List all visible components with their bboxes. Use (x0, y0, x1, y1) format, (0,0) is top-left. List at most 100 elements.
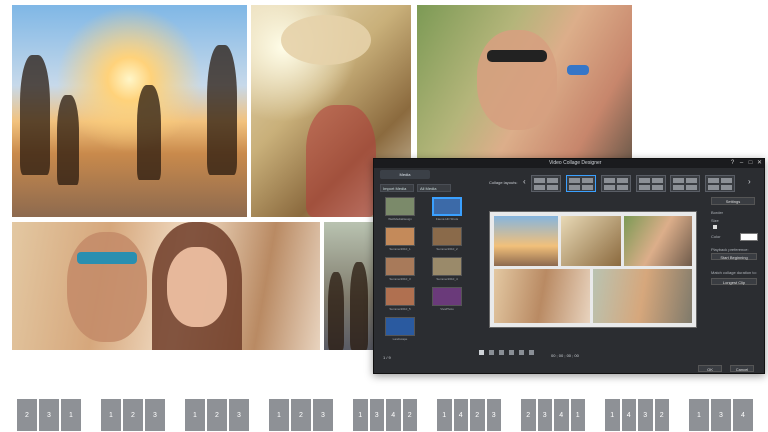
media-thumbnail-label: Summer2010_4 (436, 277, 458, 281)
match-duration-dropdown[interactable]: Longest Clip (711, 278, 757, 285)
media-thumbnail-label: VivaPhoto (440, 307, 454, 311)
template-block: 3 (368, 398, 385, 432)
template-block: 2 (16, 398, 38, 432)
close-icon[interactable]: ✕ (756, 160, 763, 167)
template-block: 2 (206, 398, 228, 432)
template-block: 2 (469, 398, 486, 432)
next-frame-icon[interactable] (509, 350, 514, 355)
template-1[interactable]: 231 (16, 398, 82, 432)
media-thumbnail[interactable] (385, 197, 415, 216)
template-block: 2 (290, 398, 312, 432)
play-icon[interactable] (479, 350, 484, 355)
layout-option-button[interactable] (636, 175, 666, 192)
media-thumbnail[interactable] (432, 257, 462, 276)
layouts-next-arrow[interactable]: › (748, 177, 751, 186)
template-4[interactable]: 123 (268, 398, 334, 432)
canvas-cell-couple[interactable] (494, 269, 590, 323)
tab-media[interactable]: Media (380, 170, 430, 179)
layout-cell-icon (604, 178, 615, 183)
layouts-prev-arrow[interactable]: ‹ (523, 177, 526, 186)
size-slider[interactable] (713, 225, 717, 229)
template-block: 3 (228, 398, 250, 432)
media-thumbnail-label: Summer2010_1 (389, 247, 411, 251)
layout-option-button[interactable] (601, 175, 631, 192)
timecode-display: 00 ; 00 ; 00 ; 00 (551, 353, 579, 358)
template-block: 3 (637, 398, 654, 432)
layout-cell-icon (708, 178, 719, 183)
template-block: 4 (452, 398, 469, 432)
template-block: 4 (732, 398, 754, 432)
template-block: 1 (100, 398, 122, 432)
template-block: 1 (352, 398, 369, 432)
border-checkbox-label[interactable]: Border (711, 210, 723, 215)
minimize-icon[interactable]: – (738, 160, 745, 167)
media-thumbnail[interactable] (385, 317, 415, 336)
photo-family-beach (12, 5, 247, 217)
media-thumbnail[interactable] (385, 287, 415, 306)
cancel-button[interactable]: Cancel (730, 365, 754, 372)
template-block: 3 (485, 398, 502, 432)
media-thumbnail[interactable] (385, 257, 415, 276)
canvas-cell-beach[interactable] (494, 216, 558, 266)
playback-preference-dropdown[interactable]: Start Beginning (711, 253, 757, 260)
template-block: 1 (604, 398, 621, 432)
media-thumbnail-label: Landscape (392, 337, 408, 341)
layout-option-button[interactable] (566, 175, 596, 192)
template-3[interactable]: 123 (184, 398, 250, 432)
template-5[interactable]: 1342 (352, 398, 418, 432)
media-thumbnail-label: Summer2010_2 (436, 247, 458, 251)
layout-cell-icon (547, 185, 558, 190)
layout-cell-icon (686, 185, 697, 190)
template-block: 3 (144, 398, 166, 432)
template-8[interactable]: 1432 (604, 398, 670, 432)
help-icon[interactable]: ? (729, 160, 736, 167)
match-duration-label: Match collage duration to: (711, 270, 757, 275)
template-7[interactable]: 2341 (520, 398, 586, 432)
media-counter: 1 / 9 (383, 355, 391, 360)
collage-preview-canvas[interactable] (489, 211, 697, 328)
template-block: 4 (385, 398, 402, 432)
media-thumbnail-label: Fauna HD Shots (435, 217, 459, 221)
playback-controls (479, 348, 749, 358)
template-2[interactable]: 123 (100, 398, 166, 432)
layout-option-button[interactable] (531, 175, 561, 192)
media-thumbnail[interactable] (432, 197, 462, 216)
media-thumbnail[interactable] (432, 287, 462, 306)
template-block: 1 (60, 398, 82, 432)
stop-icon[interactable] (489, 350, 494, 355)
template-block: 3 (710, 398, 732, 432)
photo-market-crowd (324, 222, 376, 350)
media-filter-dropdown[interactable]: All Media (417, 184, 451, 192)
template-block: 1 (268, 398, 290, 432)
color-label: Color (711, 234, 721, 239)
fast-forward-icon[interactable] (519, 350, 524, 355)
border-color-swatch[interactable] (740, 233, 758, 241)
layout-cell-icon (617, 178, 628, 183)
maximize-icon[interactable]: □ (747, 160, 754, 167)
snapshot-icon[interactable] (529, 350, 534, 355)
template-block: 2 (122, 398, 144, 432)
canvas-cell-friends[interactable] (593, 269, 692, 323)
layout-cell-icon (582, 178, 593, 183)
ok-button[interactable]: OK (698, 365, 722, 372)
template-block: 3 (536, 398, 553, 432)
template-block: 3 (312, 398, 334, 432)
size-label: Size (711, 218, 719, 223)
canvas-cell-selfie[interactable] (624, 216, 692, 266)
template-6[interactable]: 1423 (436, 398, 502, 432)
previous-frame-icon[interactable] (499, 350, 504, 355)
media-thumbnail[interactable] (385, 227, 415, 246)
layout-cell-icon (582, 185, 593, 190)
photo-selfie-sunglasses (417, 5, 632, 160)
template-block: 1 (569, 398, 586, 432)
layout-option-button[interactable] (670, 175, 700, 192)
layout-option-button[interactable] (705, 175, 735, 192)
canvas-cell-woman[interactable] (561, 216, 621, 266)
settings-button[interactable]: Settings (711, 197, 755, 205)
media-thumbnail[interactable] (432, 227, 462, 246)
template-block: 4 (620, 398, 637, 432)
layout-cell-icon (652, 178, 663, 183)
template-9[interactable]: 134 (688, 398, 754, 432)
import-media-dropdown[interactable]: Import Media (380, 184, 414, 192)
template-block: 4 (553, 398, 570, 432)
